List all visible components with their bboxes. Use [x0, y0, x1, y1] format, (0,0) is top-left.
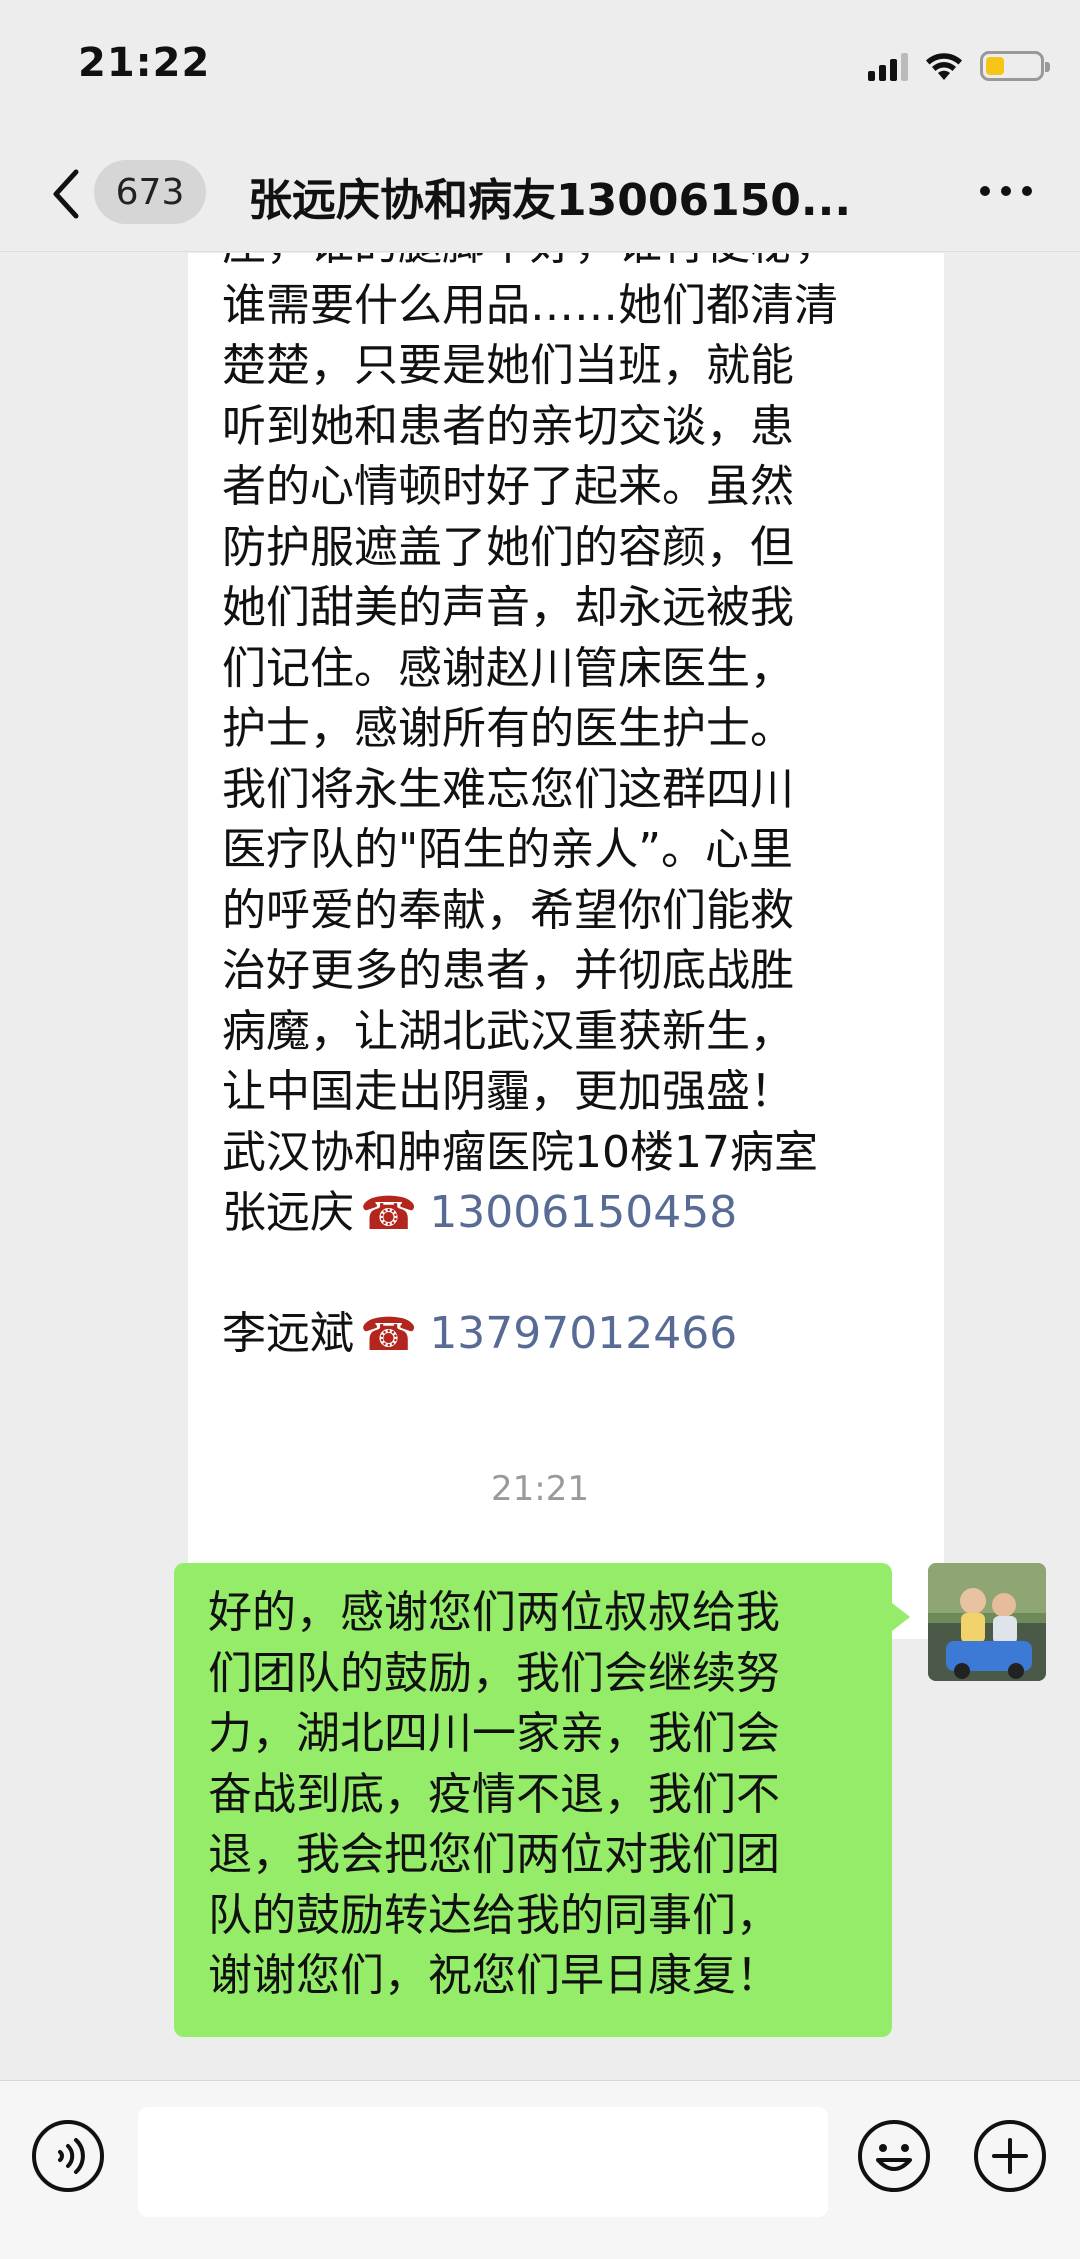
message-line: 听到她和患者的亲切交谈，患 — [222, 400, 794, 452]
message-line: 楚楚，只要是她们当班，就能 — [222, 340, 794, 391]
message-line: 庄，谁的腿脚不好，谁行便秘， — [222, 253, 910, 276]
message-line: 治好更多的患者，并彻底战胜 — [222, 945, 794, 996]
contact-row: 张远庆 ☎ 13006150458 — [222, 1183, 910, 1244]
message-line: 奋战到底，疫情不退，我们不 — [208, 1768, 780, 1820]
message-line: 让中国走出阴霾，更加强盛！ — [222, 1066, 794, 1117]
incoming-message-bubble[interactable]: 庄，谁的腿脚不好，谁行便秘， 谁需要什么用品……她们都清清 楚楚，只要是她们当班… — [188, 253, 944, 1639]
battery-icon — [980, 51, 1050, 81]
message-line: 医疗队的"陌生的亲人”。心里 — [222, 824, 794, 875]
telephone-icon: ☎ — [360, 1307, 418, 1361]
message-timestamp: 21:21 — [491, 1469, 589, 1509]
message-line: 谢谢您们，祝您们早日康复！ — [208, 1950, 780, 2001]
message-line: 我们将永生难忘您们这群四川 — [222, 763, 794, 815]
message-line: 们记住。感谢赵川管床医生， — [222, 642, 794, 694]
input-toolbar — [0, 2080, 1080, 2259]
more-icon[interactable] — [980, 186, 1032, 196]
message-line: 的呼爱的奉献，希望你们能救 — [222, 884, 794, 936]
unread-count-badge[interactable]: 673 — [94, 160, 206, 224]
message-line: 防护服遮盖了她们的容颜，但 — [222, 521, 794, 573]
contact-name: 李远斌 — [222, 1308, 354, 1359]
status-icons — [868, 46, 1050, 86]
chat-title: 张远庆协和病友13006150... — [248, 175, 852, 226]
contact-row: 李远斌 ☎ 13797012466 — [222, 1304, 910, 1365]
phone-number-link[interactable]: 13006150458 — [429, 1183, 737, 1244]
message-line: 好的，感谢您们两位叔叔给我 — [208, 1587, 780, 1638]
message-line: 武汉协和肿瘤医院10楼17病室 — [222, 1126, 818, 1178]
outgoing-message-bubble[interactable]: 好的，感谢您们两位叔叔给我 们团队的鼓励，我们会继续努 力，湖北四川一家亲，我们… — [174, 1563, 910, 2037]
emoji-icon[interactable] — [856, 2118, 932, 2194]
wifi-icon — [926, 53, 962, 80]
message-line: 谁需要什么用品……她们都清清 — [222, 279, 838, 331]
message-line: 者的心情顿时好了起来。虽然 — [222, 461, 794, 512]
message-input[interactable] — [138, 2107, 828, 2217]
message-line: 们团队的鼓励，我们会继续努 — [208, 1647, 780, 1699]
message-list[interactable]: 庄，谁的腿脚不好，谁行便秘， 谁需要什么用品……她们都清清 楚楚，只要是她们当班… — [0, 253, 1080, 2080]
message-line: 退，我会把您们两位对我们团 — [208, 1829, 780, 1880]
contact-name: 张远庆 — [222, 1187, 354, 1238]
back-icon[interactable] — [44, 166, 92, 222]
plus-icon[interactable] — [972, 2118, 1048, 2194]
status-time: 21:22 — [78, 40, 211, 86]
cellular-signal-icon — [868, 51, 908, 81]
message-line: 力，湖北四川一家亲，我们会 — [208, 1708, 780, 1759]
phone-number-link[interactable]: 13797012466 — [429, 1304, 737, 1365]
message-line: 护士，感谢所有的医生护士。 — [222, 703, 794, 754]
message-line: 队的鼓励转达给我的同事们， — [208, 1889, 780, 1941]
telephone-icon: ☎ — [360, 1186, 418, 1240]
message-line: 病魔，让湖北武汉重获新生， — [222, 1005, 794, 1057]
avatar[interactable] — [928, 1563, 1046, 1681]
voice-icon[interactable] — [30, 2118, 106, 2194]
chat-header: 673 张远庆协和病友13006150... — [0, 140, 1080, 252]
status-bar: 21:22 — [0, 0, 1080, 140]
message-line: 她们甜美的声音，却永远被我 — [222, 582, 794, 633]
